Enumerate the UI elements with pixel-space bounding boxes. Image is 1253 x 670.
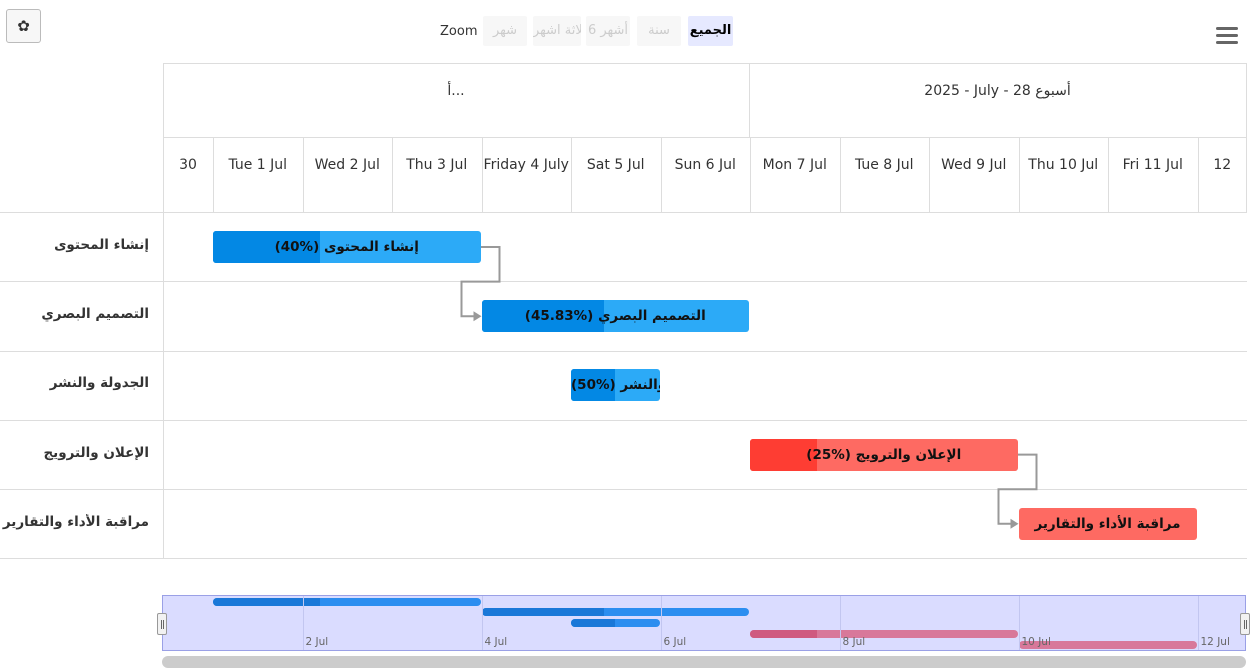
day-header: Thu 10 Jul [1028,157,1099,173]
gantt-grid: أ... 2025 - July - أسبوع 28 30 Tue 1 Jul W… [0,0,1253,560]
task-bar[interactable]: (25%) الإعلان والترويج [750,438,1018,471]
navigator-task-bar [571,619,660,627]
day-header: Wed 9 Jul [941,157,1007,173]
navigator[interactable]: 2 Jul 4 Jul 6 Jul 8 Jul 10 Jul 12 Jul [162,595,1246,651]
navigator-tick-label: 6 Jul [663,636,687,648]
day-header: Sun 6 Jul [674,157,736,173]
day-header: Sat 5 Jul [586,157,645,173]
day-header: Friday 4 July [483,157,569,173]
navigator-left-handle[interactable] [157,613,167,635]
task-bar[interactable]: (50%) الجدولة والنشر [571,369,660,402]
day-header: Thu 3 Jul [406,157,468,173]
navigator-task-bar [213,598,481,606]
task-bar-label: (25%) الإعلان والترويج [806,446,962,463]
navigator-tick-label: 4 Jul [484,636,508,648]
task-bar-label: مراقبة الأداء والتقارير [1034,515,1181,532]
day-header: Tue 8 Jul [854,157,914,173]
task-bar[interactable]: (40%) إنشاء المحتوى [213,231,481,263]
task-bar[interactable]: مراقبة الأداء والتقارير [1018,507,1197,540]
week-header-left: أ... [447,83,465,99]
task-bar[interactable]: (45.83%) التصميم البصري [481,300,749,333]
task-row-label: الجدولة والنشر [49,375,149,392]
navigator-tick-label: 8 Jul [842,636,866,648]
day-header: Wed 2 Jul [314,157,380,173]
task-row-label: الإعلان والترويج [43,444,149,461]
navigator-tick-label: 10 Jul [1021,636,1051,648]
navigator-tick-label: 2 Jul [305,636,329,648]
navigator-task-bar [750,630,1018,638]
day-header: 12 [1213,157,1232,173]
day-header: Mon 7 Jul [762,157,827,173]
task-bar-label: (45.83%) التصميم البصري [524,308,706,325]
week-header-right: 2025 - July - أسبوع 28 [924,83,1071,99]
task-bar-label: (50%) الجدولة والنشر [571,377,660,394]
day-header: Tue 1 Jul [228,157,288,173]
day-header: 30 [179,157,197,173]
task-row-label: مراقبة الأداء والتقارير [2,513,149,530]
task-row-label: التصميم البصري [41,306,149,323]
task-bar-label: (40%) إنشاء المحتوى [274,239,419,255]
day-header: Fri 11 Jul [1122,157,1183,173]
navigator-tick-label: 12 Jul [1200,636,1230,648]
navigator-right-handle[interactable] [1240,613,1250,635]
navigator-task-bar [481,608,749,616]
task-row-label: إنشاء المحتوى [54,237,149,253]
horizontal-scrollbar[interactable] [162,656,1246,668]
